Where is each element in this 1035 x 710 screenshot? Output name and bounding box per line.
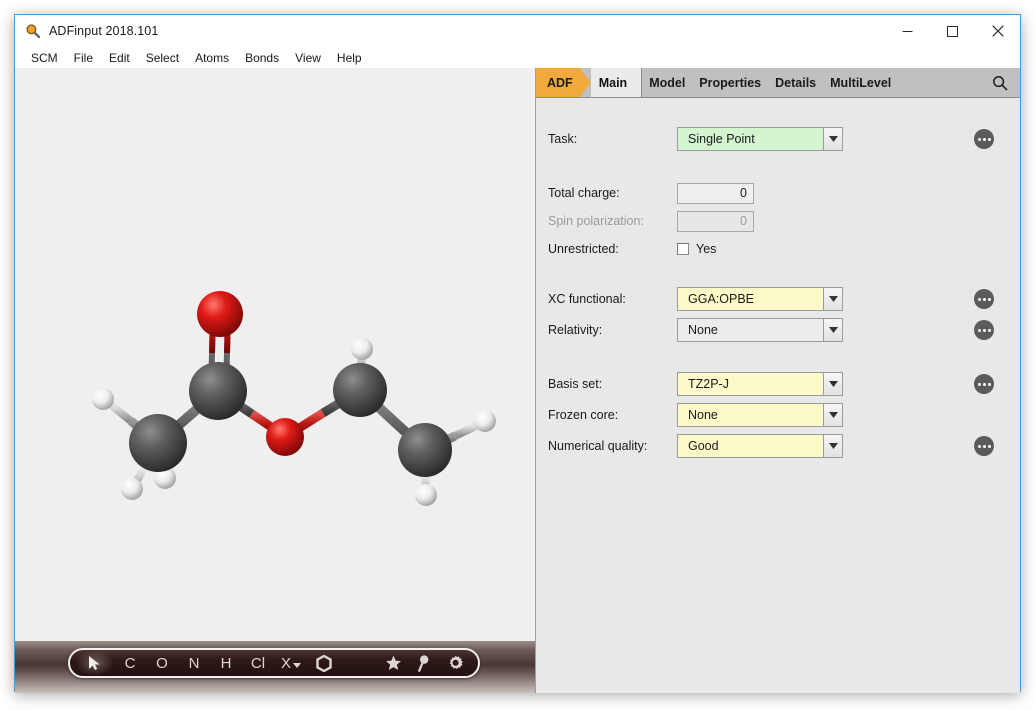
search-icon[interactable] bbox=[980, 68, 1020, 97]
row-xc-functional: XC functional: GGA:OPBE bbox=[536, 287, 1020, 311]
task-dropdown[interactable]: Single Point bbox=[677, 127, 843, 151]
total-charge-input[interactable]: 0 bbox=[677, 182, 754, 204]
settings-panel: ADF Main Model Properties Details MultiL… bbox=[535, 68, 1020, 693]
relativity-options-button[interactable] bbox=[974, 320, 994, 340]
numerical-quality-label: Numerical quality: bbox=[548, 439, 648, 453]
chevron-down-icon bbox=[293, 662, 301, 669]
tab-main[interactable]: Main bbox=[590, 68, 643, 97]
form-area: Task: Single Point Total charge: 0 Spin … bbox=[536, 99, 1020, 693]
tab-properties[interactable]: Properties bbox=[692, 68, 768, 97]
menu-item-select[interactable]: Select bbox=[138, 49, 187, 67]
basis-set-dropdown[interactable]: TZ2P-J bbox=[677, 372, 843, 396]
minimize-button[interactable] bbox=[885, 15, 930, 47]
menu-item-atoms[interactable]: Atoms bbox=[187, 49, 237, 67]
menu-item-scm[interactable]: SCM bbox=[23, 49, 66, 67]
carbon-tool[interactable]: C bbox=[114, 650, 146, 676]
xc-functional-label: XC functional: bbox=[548, 292, 626, 306]
tab-adf[interactable]: ADF bbox=[536, 68, 591, 97]
hexagon-icon bbox=[316, 654, 332, 672]
molecule-canvas[interactable] bbox=[15, 68, 535, 643]
bond-tool[interactable] bbox=[408, 650, 438, 676]
numerical-quality-dropdown[interactable]: Good bbox=[677, 434, 843, 458]
hydrogen-tool[interactable]: H bbox=[210, 650, 242, 676]
row-unrestricted: Unrestricted: Yes bbox=[536, 237, 1020, 261]
numerical-quality-options-button[interactable] bbox=[974, 436, 994, 456]
relativity-dropdown[interactable]: None bbox=[677, 318, 843, 342]
frozen-core-label: Frozen core: bbox=[548, 408, 619, 422]
tab-details[interactable]: Details bbox=[768, 68, 823, 97]
spin-polarization-input[interactable]: 0 bbox=[677, 210, 754, 232]
tab-bar: ADF Main Model Properties Details MultiL… bbox=[536, 68, 1020, 98]
menu-item-help[interactable]: Help bbox=[329, 49, 370, 67]
relativity-label: Relativity: bbox=[548, 323, 603, 337]
maximize-button[interactable] bbox=[930, 15, 975, 47]
favorites-tool[interactable] bbox=[378, 650, 408, 676]
menu-item-file[interactable]: File bbox=[66, 49, 101, 67]
relativity-value: None bbox=[678, 319, 823, 341]
basis-set-dropdown-arrow[interactable] bbox=[823, 373, 842, 395]
oxygen-tool[interactable]: O bbox=[146, 650, 178, 676]
other-element-label: X bbox=[280, 654, 291, 672]
xc-functional-options-button[interactable] bbox=[974, 289, 994, 309]
row-numerical-quality: Numerical quality: Good bbox=[536, 434, 1020, 458]
magnifier-icon bbox=[25, 23, 41, 39]
basis-set-label: Basis set: bbox=[548, 377, 603, 391]
lollipop-icon bbox=[417, 654, 429, 672]
preferences-tool[interactable] bbox=[438, 650, 472, 676]
gear-icon bbox=[447, 655, 464, 672]
benzene-ring-tool[interactable] bbox=[308, 650, 340, 676]
molecule-viewport[interactable]: C O N H Cl X bbox=[15, 68, 535, 693]
row-frozen-core: Frozen core: None bbox=[536, 403, 1020, 427]
basis-set-options-button[interactable] bbox=[974, 374, 994, 394]
select-cursor-tool[interactable] bbox=[76, 650, 114, 676]
row-task: Task: Single Point bbox=[536, 127, 1020, 151]
other-element-tool[interactable]: X bbox=[274, 650, 308, 676]
task-options-button[interactable] bbox=[974, 129, 994, 149]
frozen-core-dropdown[interactable]: None bbox=[677, 403, 843, 427]
xc-functional-dropdown[interactable]: GGA:OPBE bbox=[677, 287, 843, 311]
spin-polarization-label: Spin polarization: bbox=[548, 214, 644, 228]
window-title: ADFinput 2018.101 bbox=[49, 24, 159, 38]
adfinput-window: ADFinput 2018.101 SCM File Edit Select A… bbox=[14, 14, 1021, 693]
unrestricted-checkbox-label: Yes bbox=[696, 242, 717, 256]
star-icon bbox=[385, 655, 402, 671]
row-total-charge: Total charge: 0 bbox=[536, 181, 1020, 205]
xc-functional-dropdown-arrow[interactable] bbox=[823, 288, 842, 310]
frozen-core-dropdown-arrow[interactable] bbox=[823, 404, 842, 426]
atom-spheres bbox=[92, 291, 496, 506]
title-bar: ADFinput 2018.101 bbox=[15, 15, 1020, 47]
atom-toolbar: C O N H Cl X bbox=[68, 648, 480, 678]
task-label: Task: bbox=[548, 132, 578, 146]
menu-item-bonds[interactable]: Bonds bbox=[237, 49, 287, 67]
tab-model[interactable]: Model bbox=[642, 68, 692, 97]
numerical-quality-dropdown-arrow[interactable] bbox=[823, 435, 842, 457]
row-spin-polarization: Spin polarization: 0 bbox=[536, 209, 1020, 233]
checkbox-box[interactable] bbox=[677, 243, 689, 255]
relativity-dropdown-arrow[interactable] bbox=[823, 319, 842, 341]
window-body: C O N H Cl X ADF Main Model Properties D… bbox=[15, 68, 1020, 693]
unrestricted-checkbox[interactable]: Yes bbox=[677, 242, 716, 256]
menu-item-edit[interactable]: Edit bbox=[101, 49, 138, 67]
task-value: Single Point bbox=[678, 128, 823, 150]
atom-toolbar-strip: C O N H Cl X bbox=[15, 641, 535, 693]
frozen-core-value: None bbox=[678, 404, 823, 426]
tab-multilevel[interactable]: MultiLevel bbox=[823, 68, 898, 97]
chlorine-tool[interactable]: Cl bbox=[242, 650, 274, 676]
unrestricted-label: Unrestricted: bbox=[548, 242, 619, 256]
xc-functional-value: GGA:OPBE bbox=[678, 288, 823, 310]
menu-item-view[interactable]: View bbox=[287, 49, 329, 67]
window-controls bbox=[885, 15, 1020, 47]
row-relativity: Relativity: None bbox=[536, 318, 1020, 342]
basis-set-value: TZ2P-J bbox=[678, 373, 823, 395]
task-dropdown-arrow[interactable] bbox=[823, 128, 842, 150]
close-button[interactable] bbox=[975, 15, 1020, 47]
row-basis-set: Basis set: TZ2P-J bbox=[536, 372, 1020, 396]
nitrogen-tool[interactable]: N bbox=[178, 650, 210, 676]
numerical-quality-value: Good bbox=[678, 435, 823, 457]
total-charge-label: Total charge: bbox=[548, 186, 620, 200]
menu-bar: SCM File Edit Select Atoms Bonds View He… bbox=[15, 47, 1020, 68]
